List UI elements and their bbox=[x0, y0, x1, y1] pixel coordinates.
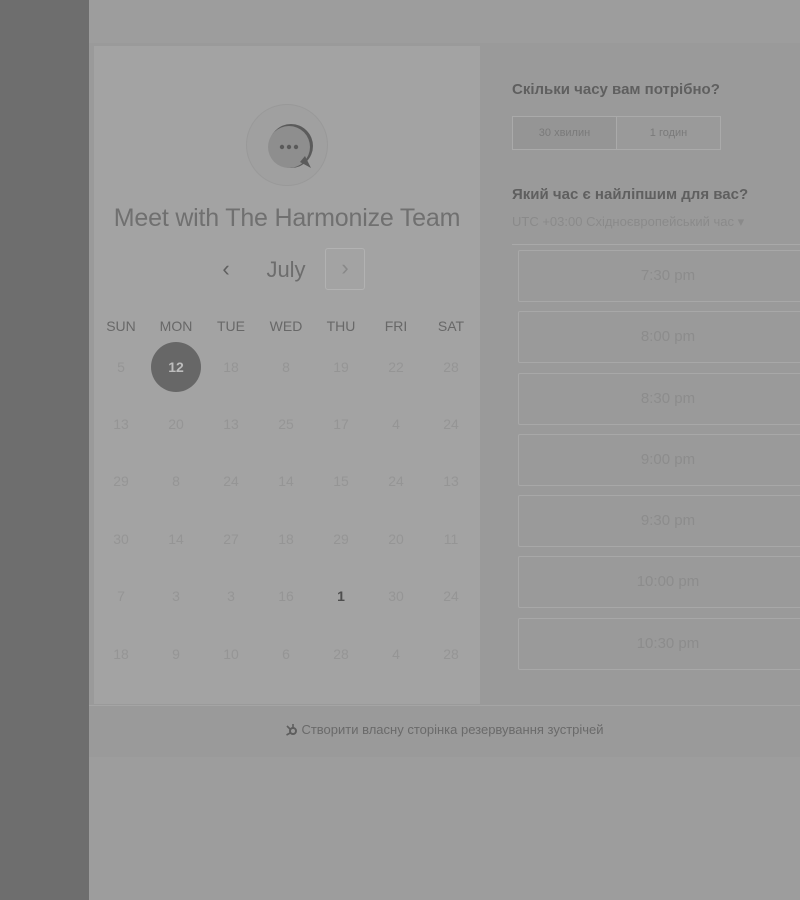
weekday-thu: THU bbox=[326, 318, 356, 334]
month-label: July bbox=[266, 257, 306, 282]
page-title: Meet with The Harmonize Team bbox=[113, 204, 461, 232]
calendar-day[interactable]: 4 bbox=[371, 629, 421, 679]
calendar-day[interactable]: 19 bbox=[316, 342, 366, 392]
calendar-day[interactable]: 8 bbox=[261, 342, 311, 392]
calendar-day[interactable]: 30 bbox=[96, 514, 146, 564]
calendar-day[interactable]: 28 bbox=[426, 629, 476, 679]
calendar-day[interactable]: 15 bbox=[316, 456, 366, 506]
footer-link-label: Створити власну сторінка резервування зу… bbox=[301, 722, 604, 737]
page-left-strip bbox=[0, 0, 89, 900]
calendar-day[interactable]: 25 bbox=[261, 399, 311, 449]
calendar-day[interactable]: 13 bbox=[96, 399, 146, 449]
calendar-day[interactable]: 28 bbox=[426, 342, 476, 392]
chevron-right-icon: › bbox=[341, 255, 349, 280]
previous-month-button[interactable]: ‹ bbox=[212, 256, 240, 284]
divider bbox=[512, 244, 800, 245]
calendar-day[interactable]: 20 bbox=[151, 399, 201, 449]
weekday-mon: MON bbox=[159, 318, 193, 334]
weekday-wed: WED bbox=[269, 318, 303, 334]
chat-bubble-icon bbox=[268, 124, 313, 168]
calendar-day[interactable]: 7 bbox=[96, 571, 146, 621]
time-slot-button[interactable]: 9:00 pm bbox=[518, 434, 800, 486]
calendar-day[interactable]: 6 bbox=[261, 629, 311, 679]
chevron-left-icon: ‹ bbox=[222, 256, 230, 281]
timezone-dropdown[interactable]: UTC +03:00 Східноєвропейський час ▾ bbox=[512, 214, 744, 230]
time-slot-button[interactable]: 8:00 pm bbox=[518, 311, 800, 363]
calendar-day[interactable]: 30 bbox=[371, 571, 421, 621]
calendar-day[interactable]: 1 bbox=[316, 571, 366, 621]
calendar-day[interactable]: 13 bbox=[206, 399, 256, 449]
time-slot-button[interactable]: 10:00 pm bbox=[518, 556, 800, 608]
hubspot-sprocket-icon bbox=[286, 724, 298, 736]
time-question: Який час є найліпшим для вас? bbox=[512, 186, 749, 203]
month-navigation: ‹ July › bbox=[94, 248, 480, 292]
calendar-day[interactable]: 22 bbox=[371, 342, 421, 392]
calendar-day[interactable]: 24 bbox=[426, 571, 476, 621]
calendar-day[interactable]: 9 bbox=[151, 629, 201, 679]
duration-30-min-button[interactable]: 30 хвилин bbox=[513, 117, 617, 149]
calendar-day[interactable]: 24 bbox=[206, 456, 256, 506]
footer-divider bbox=[89, 705, 800, 706]
calendar-day[interactable]: 4 bbox=[371, 399, 421, 449]
time-slot-button[interactable]: 9:30 pm bbox=[518, 495, 800, 547]
calendar-day[interactable]: 10 bbox=[206, 629, 256, 679]
calendar-day-selected[interactable]: 12 bbox=[151, 342, 201, 392]
calendar-day[interactable]: 20 bbox=[371, 514, 421, 564]
time-slot-button[interactable]: 7:30 pm bbox=[518, 250, 800, 302]
weekday-sat: SAT bbox=[437, 318, 465, 334]
calendar-day[interactable]: 13 bbox=[426, 456, 476, 506]
calendar-day[interactable]: 3 bbox=[151, 571, 201, 621]
calendar-day[interactable]: 17 bbox=[316, 399, 366, 449]
weekday-header: SUN MON TUE WED THU FRI SAT bbox=[94, 318, 480, 338]
calendar-day[interactable]: 18 bbox=[261, 514, 311, 564]
calendar-day[interactable]: 27 bbox=[206, 514, 256, 564]
calendar-day[interactable]: 14 bbox=[151, 514, 201, 564]
create-booking-page-link[interactable]: Створити власну сторінка резервування зу… bbox=[89, 722, 800, 737]
calendar-day[interactable]: 16 bbox=[261, 571, 311, 621]
time-slot-button[interactable]: 10:30 pm bbox=[518, 618, 800, 670]
next-month-button[interactable]: › bbox=[325, 248, 365, 290]
weekday-fri: FRI bbox=[384, 318, 408, 334]
duration-selector: 30 хвилин 1 годин bbox=[512, 116, 721, 150]
calendar-day[interactable]: 29 bbox=[96, 456, 146, 506]
calendar-day[interactable]: 3 bbox=[206, 571, 256, 621]
weekday-tue: TUE bbox=[217, 318, 245, 334]
calendar-day[interactable]: 14 bbox=[261, 456, 311, 506]
calendar-day[interactable]: 5 bbox=[96, 342, 146, 392]
calendar-day[interactable]: 28 bbox=[316, 629, 366, 679]
calendar-day[interactable]: 18 bbox=[206, 342, 256, 392]
duration-question: Скільки часу вам потрібно? bbox=[512, 81, 720, 98]
calendar-day[interactable]: 11 bbox=[426, 514, 476, 564]
duration-1-hour-button[interactable]: 1 годин bbox=[617, 117, 720, 149]
calendar-day[interactable]: 18 bbox=[96, 629, 146, 679]
calendar-day[interactable]: 8 bbox=[151, 456, 201, 506]
calendar-day[interactable]: 29 bbox=[316, 514, 366, 564]
time-slot-button[interactable]: 8:30 pm bbox=[518, 373, 800, 425]
calendar-day[interactable]: 24 bbox=[371, 456, 421, 506]
calendar-day[interactable]: 24 bbox=[426, 399, 476, 449]
weekday-sun: SUN bbox=[106, 318, 136, 334]
